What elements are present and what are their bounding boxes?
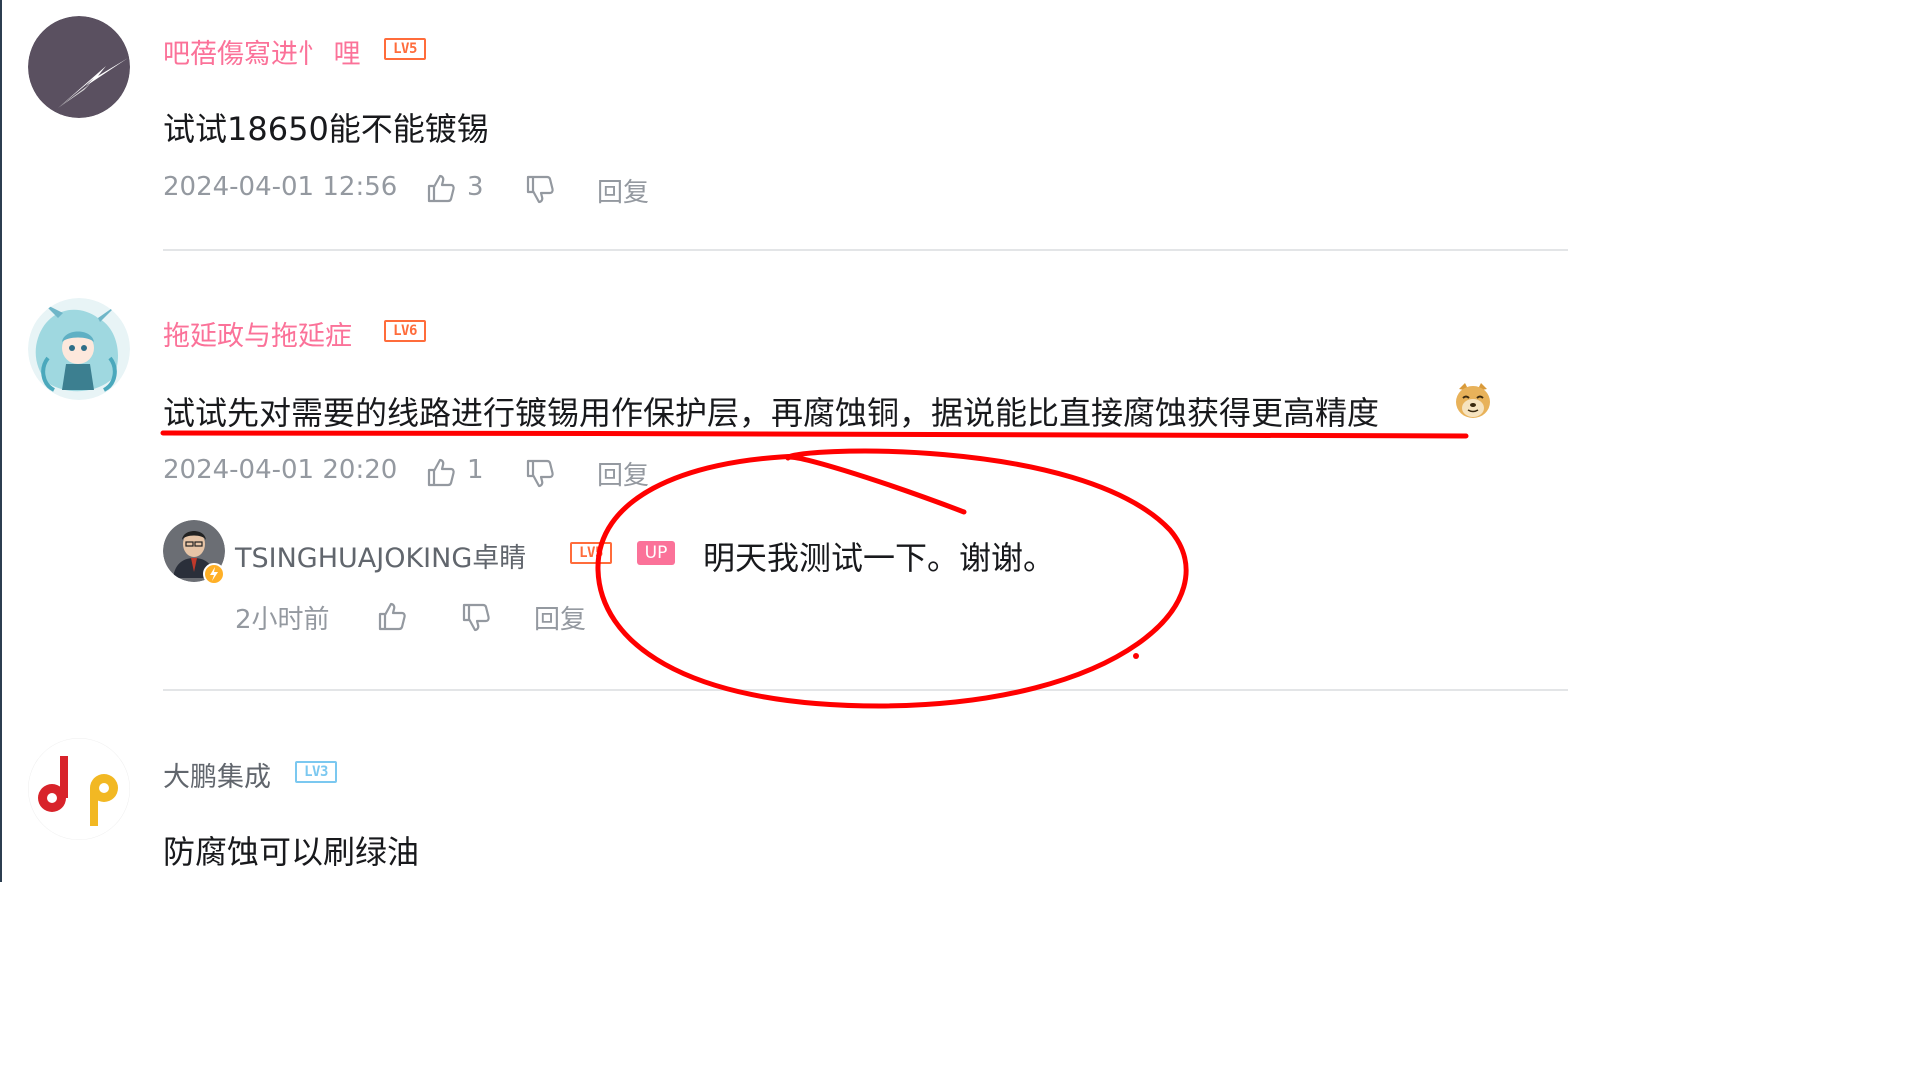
divider [163,689,1568,691]
level-badge: LV5 [384,38,426,60]
level-badge: LV5 [570,542,612,564]
thumbs-up-icon[interactable] [376,600,408,632]
level-badge: LV3 [295,761,337,783]
reply-username[interactable]: TSINGHUAJOKING卓睛 [235,536,526,575]
thumbs-down-icon[interactable] [460,602,492,634]
anime-character-avatar-icon [28,298,130,400]
username[interactable]: 吧蓓傷寫进忄 哩 [163,32,361,71]
window-edge [0,0,2,882]
comment-text: 试试先对需要的线路进行镀锡用作保护层，再腐蚀铜，据说能比直接腐蚀获得更高精度 [163,394,1380,432]
thumbs-up-icon[interactable] [425,456,457,488]
level-badge: LV6 [384,320,426,342]
like-count: 1 [467,455,484,485]
comment-text: 试试18650能不能镀锡 [163,110,489,148]
reply-text: 明天我测试一下。谢谢。 [703,539,1056,577]
avatar[interactable] [28,738,130,840]
reply-time: 2小时前 [235,605,330,635]
up-badge: UP [637,541,675,565]
avatar[interactable] [28,16,130,118]
like-count: 3 [467,172,484,202]
reply-button[interactable]: 回复 [534,599,586,636]
username[interactable]: 大鹏集成 [163,755,271,794]
username[interactable]: 拖延政与拖延症 [163,314,352,353]
dp-logo-avatar-icon [28,738,130,840]
lightning-avatar-icon [28,16,130,118]
red-dot [1133,653,1139,659]
verified-badge-icon [203,563,225,585]
doge-emoji-icon [1456,383,1490,418]
thumbs-down-icon[interactable] [524,458,556,490]
thumbs-up-icon[interactable] [425,172,457,204]
comment-time: 2024-04-01 12:56 [163,172,398,202]
comment-section: 吧蓓傷寫进忄 哩 LV5 试试18650能不能镀锡 2024-04-01 12:… [0,0,1568,882]
thumbs-down-icon[interactable] [524,174,556,206]
reply-button[interactable]: 回复 [597,172,649,209]
comment-time: 2024-04-01 20:20 [163,455,398,485]
divider [163,249,1568,251]
avatar[interactable] [28,298,130,400]
comment-text: 防腐蚀可以刷绿油 [163,833,420,871]
reply-button[interactable]: 回复 [597,455,649,492]
